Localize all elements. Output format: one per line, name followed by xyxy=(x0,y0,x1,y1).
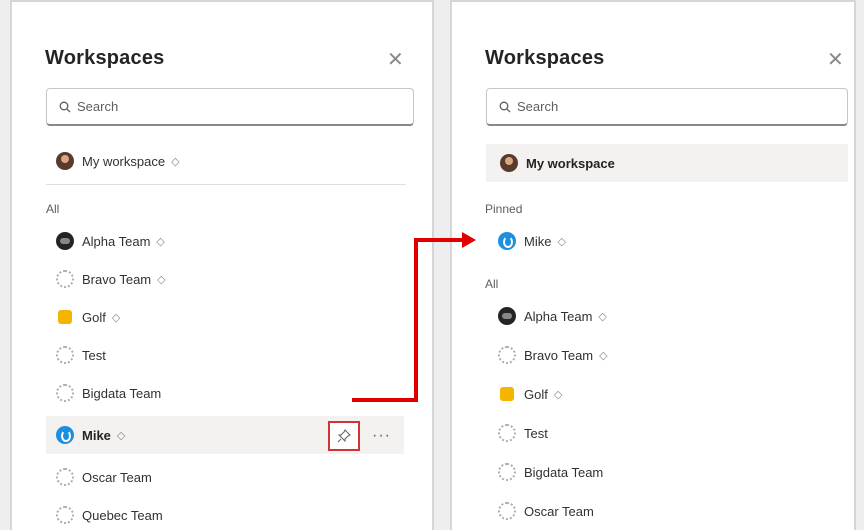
workspace-item[interactable]: Bigdata Team xyxy=(498,455,603,489)
search-input[interactable]: Search xyxy=(46,88,414,126)
arrow-segment-vertical xyxy=(414,238,418,402)
section-pinned-heading: Pinned xyxy=(485,202,523,216)
workspace-label: Test xyxy=(524,425,548,441)
diamond-icon: ◇ xyxy=(557,235,566,248)
workspace-label: Mike xyxy=(524,233,552,249)
workspace-label: Alpha Team xyxy=(82,233,151,249)
workspace-label: Golf xyxy=(524,386,548,402)
workspace-item[interactable]: Test xyxy=(498,416,548,450)
diamond-icon: ◇ xyxy=(599,349,608,362)
workspace-label: Oscar Team xyxy=(524,503,594,519)
search-icon xyxy=(59,101,71,112)
panel-title: Workspaces xyxy=(45,47,165,69)
workspace-label: Mike xyxy=(82,427,111,443)
my-workspace-item-selected[interactable]: My workspace xyxy=(486,144,848,182)
workspace-label: Alpha Team xyxy=(524,308,593,324)
close-icon[interactable]: ✕ xyxy=(827,50,844,70)
workspace-default-icon xyxy=(498,463,516,481)
diamond-icon: ◇ xyxy=(116,429,126,442)
workspace-item[interactable]: Bravo Team ◇ xyxy=(498,338,608,372)
workspace-logo-icon xyxy=(498,307,516,325)
workspaces-panel-before: Workspaces ✕ Search My workspace ◇ All A… xyxy=(10,0,434,530)
close-icon[interactable]: ✕ xyxy=(387,50,404,70)
workspace-default-icon xyxy=(56,384,74,402)
search-placeholder: Search xyxy=(77,99,119,114)
workspace-yellow-icon xyxy=(500,387,514,401)
workspace-default-icon xyxy=(56,468,74,486)
workspace-item[interactable]: Quebec Team xyxy=(56,498,163,530)
my-workspace-item[interactable]: My workspace ◇ xyxy=(56,144,180,178)
workspace-default-icon xyxy=(498,346,516,364)
workspace-label: My workspace xyxy=(82,153,166,169)
workspace-label: Bravo Team xyxy=(524,347,594,363)
diamond-icon: ◇ xyxy=(598,310,607,323)
search-icon xyxy=(499,101,511,112)
pin-icon xyxy=(337,429,351,443)
workspace-label: Golf xyxy=(82,309,106,325)
workspace-label: Bigdata Team xyxy=(82,385,162,401)
more-options-button[interactable]: ··· xyxy=(372,427,391,445)
panel-title: Workspaces xyxy=(485,47,605,69)
workspace-default-icon xyxy=(56,506,74,524)
diamond-icon: ◇ xyxy=(111,311,121,324)
workspace-default-icon xyxy=(498,424,516,442)
avatar xyxy=(500,154,518,172)
workspace-blue-icon xyxy=(56,426,74,444)
diamond-icon: ◇ xyxy=(171,155,180,168)
arrow-segment-horizontal-top xyxy=(414,238,464,242)
workspace-label: Bigdata Team xyxy=(524,464,604,480)
workspace-blue-icon xyxy=(498,232,516,250)
workspace-yellow-icon xyxy=(58,310,72,324)
diamond-icon: ◇ xyxy=(553,388,563,401)
workspace-default-icon xyxy=(56,346,74,364)
search-placeholder: Search xyxy=(517,99,559,114)
avatar xyxy=(56,152,74,170)
section-all-heading: All xyxy=(46,202,60,216)
arrow-head-icon xyxy=(462,232,476,248)
workspaces-panel-after: Workspaces ✕ Search My workspace Pinned … xyxy=(450,0,856,530)
workspace-item[interactable]: Test xyxy=(56,338,106,372)
workspace-item[interactable]: Golf ◇ xyxy=(498,377,562,411)
pinned-workspace-item[interactable]: Mike ◇ xyxy=(498,224,566,258)
workspace-item[interactable]: Oscar Team xyxy=(56,460,152,494)
workspace-item[interactable]: Golf ◇ xyxy=(56,300,120,334)
workspace-label: Test xyxy=(82,347,106,363)
workspace-item[interactable]: Alpha Team ◇ xyxy=(498,299,607,333)
diamond-icon: ◇ xyxy=(156,235,165,248)
search-input[interactable]: Search xyxy=(486,88,848,126)
workspace-item[interactable]: Bravo Team ◇ xyxy=(56,262,166,296)
arrow-segment-horizontal-bottom xyxy=(352,398,418,402)
section-all-heading: All xyxy=(485,277,499,291)
workspace-item[interactable]: Oscar Team xyxy=(498,494,594,528)
workspace-default-icon xyxy=(498,502,516,520)
workspace-label: Bravo Team xyxy=(82,271,152,287)
workspace-label: Oscar Team xyxy=(82,469,152,485)
divider xyxy=(46,184,406,185)
workspace-label: My workspace xyxy=(526,155,615,171)
workspace-default-icon xyxy=(56,270,74,288)
workspace-item[interactable]: Bigdata Team xyxy=(56,376,161,410)
workspace-logo-icon xyxy=(56,232,74,250)
workspace-item[interactable]: Alpha Team ◇ xyxy=(56,224,165,258)
diamond-icon: ◇ xyxy=(157,273,166,286)
pin-button[interactable] xyxy=(328,421,360,451)
workspace-label: Quebec Team xyxy=(82,507,163,523)
